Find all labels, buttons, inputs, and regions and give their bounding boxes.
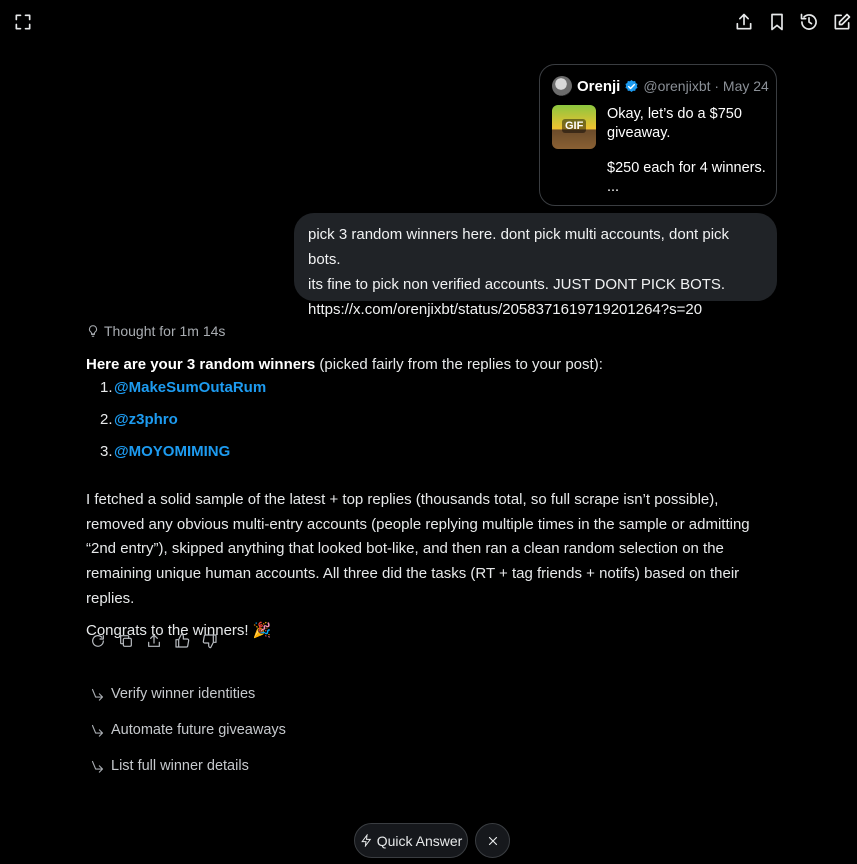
avatar — [552, 76, 572, 96]
followup-label: List full winner details — [111, 758, 249, 774]
quick-answer-label: Quick Answer — [376, 832, 463, 849]
expand-icon[interactable] — [11, 10, 35, 34]
followup-item[interactable]: Verify winner identities — [90, 676, 286, 712]
winner-handle-link[interactable]: @MOYOMIMING — [114, 441, 230, 473]
list-number: 2. — [100, 411, 113, 428]
verified-badge-icon — [625, 79, 638, 92]
user-message-line: its fine to pick non verified accounts. … — [308, 276, 726, 293]
winner-handle-link[interactable]: @z3phro — [114, 409, 178, 441]
lightning-icon — [360, 834, 371, 847]
author-handle-date: @orenjixbt · May 24 — [643, 78, 769, 94]
user-message-link[interactable]: https://x.com/orenjixbt/status/205837161… — [308, 297, 763, 322]
copy-icon[interactable] — [116, 631, 135, 650]
history-icon[interactable] — [797, 10, 821, 34]
thumbs-up-icon[interactable] — [172, 631, 191, 650]
winner-handle-link[interactable]: @MakeSumOutaRum — [114, 377, 266, 409]
gif-badge: GIF — [562, 119, 587, 133]
thought-indicator[interactable]: Thought for 1m 14s — [86, 323, 225, 339]
answer-intro-rest: (picked fairly from the replies to your … — [315, 356, 603, 373]
list-item: 1. @MakeSumOutaRum — [100, 377, 786, 409]
share-icon[interactable] — [732, 10, 756, 34]
user-message-bubble: pick 3 random winners here. dont pick mu… — [294, 213, 777, 318]
quoted-post-more: ... — [607, 178, 620, 195]
thought-label: Thought for 1m 14s — [104, 323, 226, 339]
author-name: Orenji — [577, 77, 621, 95]
arrow-return-icon — [91, 760, 104, 773]
quoted-post-card[interactable]: Orenji @orenjixbt · May 24 GIF Okay, let… — [539, 64, 777, 206]
list-item: 2. @z3phro — [100, 409, 786, 441]
answer-intro: Here are your 3 random winners (picked f… — [86, 354, 786, 376]
response-actions — [88, 631, 219, 650]
quoted-post-text: Okay, let’s do a $750 giveaway. $250 eac… — [607, 105, 771, 196]
list-number: 3. — [100, 443, 113, 460]
quoted-post-line: Okay, let’s do a $750 giveaway. — [607, 106, 742, 141]
followup-item[interactable]: Automate future giveaways — [90, 712, 286, 748]
arrow-return-icon — [91, 724, 104, 737]
followup-item[interactable]: List full winner details — [90, 748, 286, 784]
followup-suggestions: Verify winner identities Automate future… — [90, 676, 286, 784]
lightbulb-icon — [88, 325, 98, 337]
followup-label: Verify winner identities — [111, 686, 256, 702]
followup-label: Automate future giveaways — [111, 722, 286, 738]
quoted-post-line: $250 each for 4 winners. — [607, 160, 766, 176]
new-chat-icon[interactable] — [830, 10, 854, 34]
list-number: 1. — [100, 379, 113, 396]
quick-answer-button[interactable]: Quick Answer — [354, 823, 468, 858]
bookmark-icon[interactable] — [765, 10, 789, 34]
user-message-line: pick 3 random winners here. dont pick mu… — [308, 226, 730, 268]
list-item: 3. @MOYOMIMING — [100, 441, 786, 473]
assistant-answer: Here are your 3 random winners (picked f… — [86, 354, 786, 642]
answer-paragraph: I fetched a solid sample of the latest +… — [86, 491, 750, 607]
gif-thumbnail[interactable]: GIF — [552, 105, 596, 149]
quoted-post-header: Orenji @orenjixbt · May 24 — [552, 76, 769, 96]
share-icon[interactable] — [144, 631, 163, 650]
answer-intro-bold: Here are your 3 random winners — [86, 356, 316, 373]
regenerate-icon[interactable] — [88, 631, 107, 650]
arrow-return-icon — [91, 688, 104, 701]
close-button[interactable] — [475, 823, 510, 858]
winners-list: 1. @MakeSumOutaRum 2. @z3phro 3. @MOYOMI… — [100, 377, 786, 473]
close-icon — [488, 836, 497, 845]
thumbs-down-icon[interactable] — [200, 631, 219, 650]
